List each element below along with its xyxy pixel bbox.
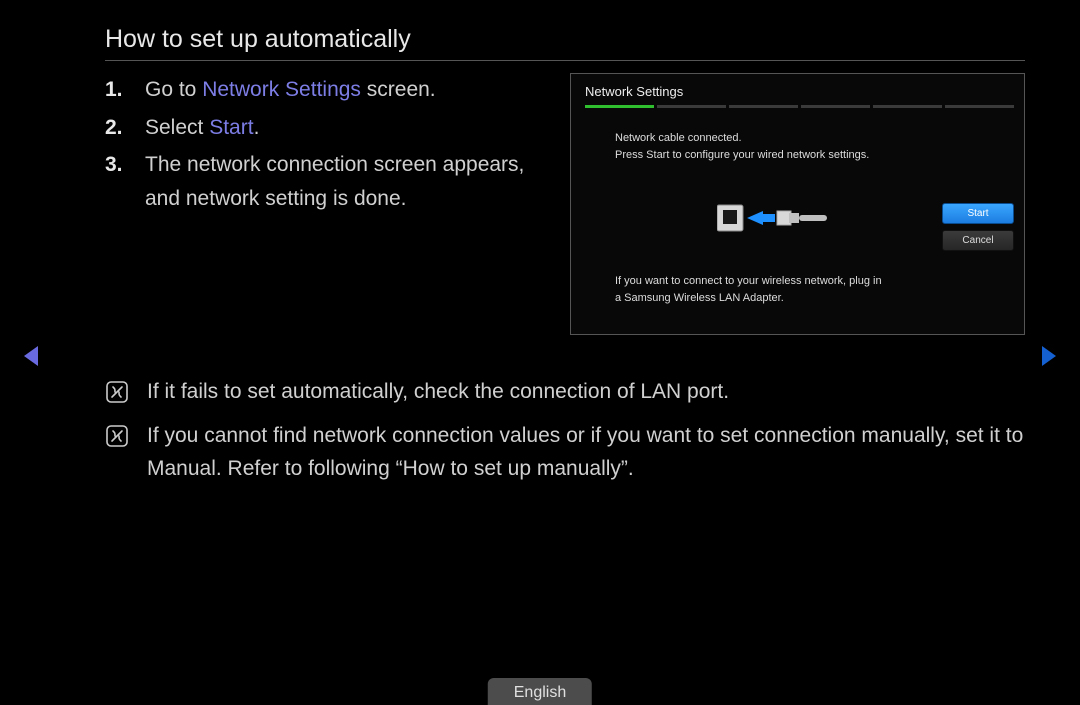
step-number: 1. (105, 73, 145, 107)
step-text: Go to Network Settings screen. (145, 73, 436, 107)
note-text: If it fails to set automatically, check … (147, 375, 729, 409)
panel-message: Network cable connected. Press Start to … (615, 130, 928, 163)
step-item: 2. Select Start. (105, 111, 545, 145)
triangle-right-icon (1040, 344, 1058, 368)
page-title: How to set up automatically (105, 25, 1025, 61)
step-text: Select Start. (145, 111, 259, 145)
panel-hint: If you want to connect to your wireless … (615, 273, 928, 324)
notes-section: If it fails to set automatically, check … (105, 375, 1025, 486)
prev-page-arrow[interactable] (22, 344, 40, 373)
highlight-text: Start (209, 116, 253, 139)
language-indicator[interactable]: English (488, 678, 592, 705)
progress-segment-active (585, 105, 654, 108)
next-page-arrow[interactable] (1040, 344, 1058, 373)
triangle-left-icon (22, 344, 40, 368)
panel-title: Network Settings (585, 84, 1014, 99)
step-number: 2. (105, 111, 145, 145)
progress-segment (873, 105, 942, 108)
cable-illustration (615, 163, 928, 273)
progress-segments (585, 105, 1014, 108)
step-number: 3. (105, 148, 145, 215)
step-item: 1. Go to Network Settings screen. (105, 73, 545, 107)
note-item: If you cannot find network connection va… (105, 419, 1025, 486)
progress-segment (945, 105, 1014, 108)
step-item: 3. The network connection screen appears… (105, 148, 545, 215)
network-settings-panel: Network Settings Network cable connected… (570, 73, 1025, 335)
progress-segment (801, 105, 870, 108)
note-icon (105, 424, 129, 448)
highlight-text: Network Settings (202, 78, 361, 101)
ethernet-cable-icon (717, 199, 827, 237)
note-item: If it fails to set automatically, check … (105, 375, 1025, 409)
progress-segment (657, 105, 726, 108)
steps-list: 1. Go to Network Settings screen. 2. Sel… (105, 73, 545, 335)
note-text: If you cannot find network connection va… (147, 419, 1025, 486)
step-text: The network connection screen appears, a… (145, 148, 545, 215)
progress-segment (729, 105, 798, 108)
cancel-button[interactable]: Cancel (942, 230, 1014, 251)
note-icon (105, 380, 129, 404)
start-button[interactable]: Start (942, 203, 1014, 224)
